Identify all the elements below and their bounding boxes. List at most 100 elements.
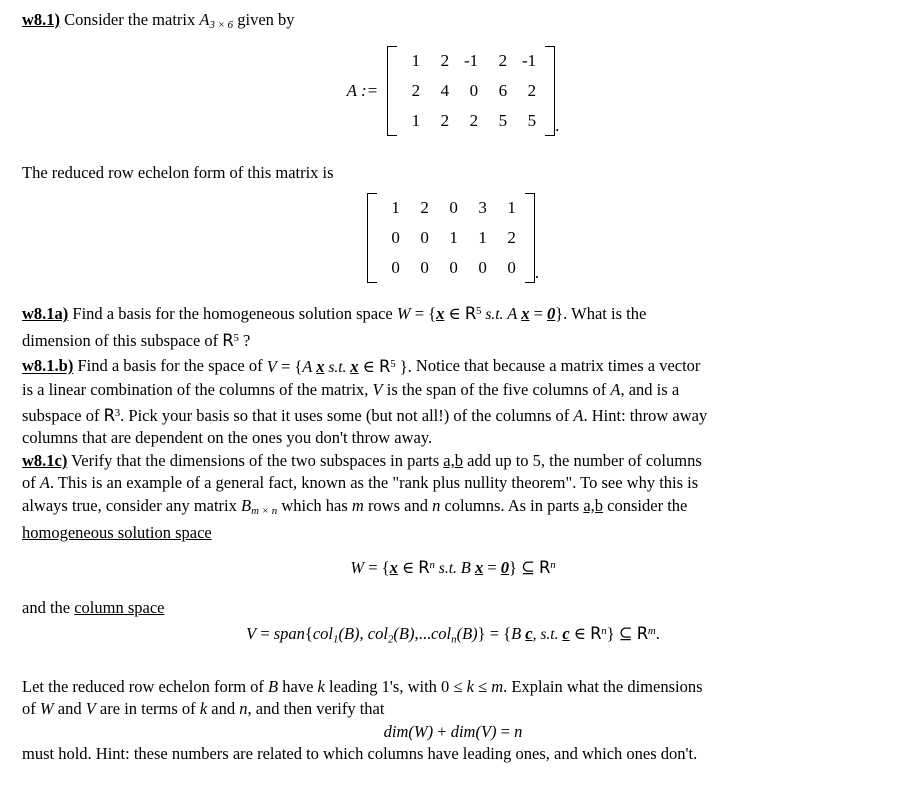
- symbol-B: B: [241, 495, 252, 515]
- matrix-cell: 0: [478, 258, 487, 278]
- table-row: 2 4 0 6 2: [398, 76, 543, 106]
- symbol-W: W: [39, 699, 54, 719]
- matrix-a-after-spacer: [0, 136, 906, 162]
- left-bracket-icon: [366, 193, 377, 284]
- vector-x: x: [474, 558, 484, 578]
- part-c-line3-a: always true, consider any matrix: [22, 495, 242, 515]
- final-line-paragraph: must hold. Hint: these numbers are relat…: [22, 743, 698, 763]
- matrix-cell: 2: [420, 198, 429, 218]
- symbol-n: n: [514, 721, 523, 741]
- eq-open: = {: [364, 558, 390, 578]
- symbol-V: V: [372, 380, 383, 400]
- matrix-cell: 2: [498, 50, 508, 70]
- reals-symbol: R: [379, 356, 391, 376]
- symbol-m: m: [487, 676, 504, 696]
- eq-open: = {: [410, 304, 437, 324]
- col-argument-B: (B): [393, 623, 415, 643]
- table-row: 0 0 0 0 0: [378, 253, 523, 283]
- such-that-text: , s.t.: [532, 625, 563, 643]
- intro-text-before: Consider the matrix: [60, 10, 200, 29]
- reals-exponent: m: [647, 624, 656, 637]
- problem-label-w81c: w8.1c): [22, 450, 68, 470]
- matrix-a-table: 1 2 -1 2 -1 2 4 0 6 2 1 2 2 5 5: [398, 46, 543, 136]
- symbol-W: W: [396, 304, 411, 324]
- reals-symbol: R: [464, 304, 476, 324]
- matrix-cell: 0: [420, 228, 429, 248]
- symbol-A: A: [573, 405, 584, 425]
- matrix-cell: 0: [391, 228, 400, 248]
- intro-text-after: given by: [233, 10, 295, 29]
- column-space-pre: and the: [22, 598, 75, 618]
- part-b-line3-b: . Pick your basis so that it uses some (…: [120, 405, 574, 425]
- symbol-A: A: [302, 356, 317, 376]
- matrix-cell: 0: [469, 80, 479, 100]
- part-b-seg2: Notice that because a matrix times a vec…: [411, 356, 701, 376]
- part-c-paragraph: w8.1c) Verify that the dimensions of the…: [0, 450, 906, 545]
- matrix-cell: 2: [527, 80, 537, 100]
- symbol-V: V: [85, 699, 96, 719]
- closing-line2-b: and: [53, 699, 86, 719]
- symbol-V: V: [246, 623, 257, 643]
- table-row: 0 0 1 1 2: [378, 223, 523, 253]
- symbol-k: k: [462, 676, 479, 696]
- less-or-equal-symbol: ≤: [478, 676, 488, 696]
- matrix-cell: -1: [521, 50, 537, 70]
- eq-v-after-spacer: [0, 650, 906, 676]
- part-a-line2-pre: dimension of this subspace of: [22, 330, 223, 350]
- equals-sign: =: [496, 721, 515, 741]
- column-space-intro: and the column space: [0, 597, 906, 620]
- closing-line1-a: Let the reduced row echelon form of: [22, 676, 269, 696]
- table-row: 1 2 2 5 5: [398, 106, 543, 136]
- vector-c: c: [525, 623, 533, 643]
- symbol-A: A: [610, 380, 621, 400]
- col-argument-B: (B): [338, 623, 360, 643]
- matrix-cell: 2: [411, 80, 421, 100]
- left-bracket-icon: [387, 45, 398, 136]
- part-b-line3-c: . Hint: throw away: [583, 405, 708, 425]
- matrix-a-bracketed: 1 2 -1 2 -1 2 4 0 6 2 1 2 2 5 5: [387, 45, 556, 136]
- dim-operator: dim: [450, 721, 476, 741]
- equals-sign: =: [529, 304, 547, 324]
- eq-close: }: [606, 623, 619, 643]
- matrix-cell: -1: [463, 50, 479, 70]
- table-row: 1 2 -1 2 -1: [398, 46, 543, 76]
- part-b-paragraph: w8.1.b) Find a basis for the space of V …: [0, 352, 906, 449]
- vector-x: x: [389, 558, 398, 578]
- part-b-line2-b: is the span of the five columns of: [382, 380, 611, 400]
- matrix-cell: 2: [440, 50, 450, 70]
- right-bracket-icon: [545, 45, 556, 136]
- such-that-text: s.t.: [324, 358, 351, 376]
- eq-open: = {: [276, 356, 303, 376]
- matrix-cell: 3: [478, 198, 487, 218]
- eq-w-after-spacer: [0, 580, 906, 597]
- symbol-W: W: [413, 721, 428, 741]
- symbol-A: A: [507, 304, 522, 324]
- matrix-rref-bracketed: 1 2 0 3 1 0 0 1 1 2 0 0 0 0 0: [366, 193, 535, 284]
- problem-label-w81a: w8.1a): [22, 304, 69, 324]
- matrix-b-dimensions-subscript: m × n: [251, 504, 278, 517]
- reals-symbol: R: [636, 623, 648, 643]
- part-c-line2-b: . This is an example of a general fact, …: [49, 473, 699, 493]
- reals-symbol: R: [418, 558, 430, 578]
- right-bracket-icon: [524, 193, 535, 284]
- matrix-cell: 1: [449, 228, 458, 248]
- matrix-cell: 5: [498, 110, 508, 130]
- subset-symbol: ⊆: [618, 623, 637, 643]
- element-of-symbol: ∈: [358, 356, 380, 376]
- symbol-W: W: [350, 558, 365, 578]
- brace-close: }: [477, 623, 486, 643]
- symbol-V: V: [266, 356, 277, 376]
- matrix-cell: 1: [507, 198, 516, 218]
- reals-symbol: R: [590, 623, 602, 643]
- matrix-cell: 0: [449, 198, 458, 218]
- vector-c: c: [562, 623, 570, 643]
- matrix-cell: 2: [507, 228, 516, 248]
- element-of-symbol: ∈: [397, 558, 419, 578]
- equation-dim-display: dim(W) + dim(V) = n: [0, 721, 906, 743]
- part-c-line3-c: rows and: [363, 495, 433, 515]
- matrix-rref-period: .: [534, 263, 540, 283]
- top-spacer: [0, 0, 906, 9]
- col-operator: col: [367, 623, 388, 643]
- dim-operator: dim: [383, 721, 409, 741]
- span-operator: span: [273, 623, 305, 643]
